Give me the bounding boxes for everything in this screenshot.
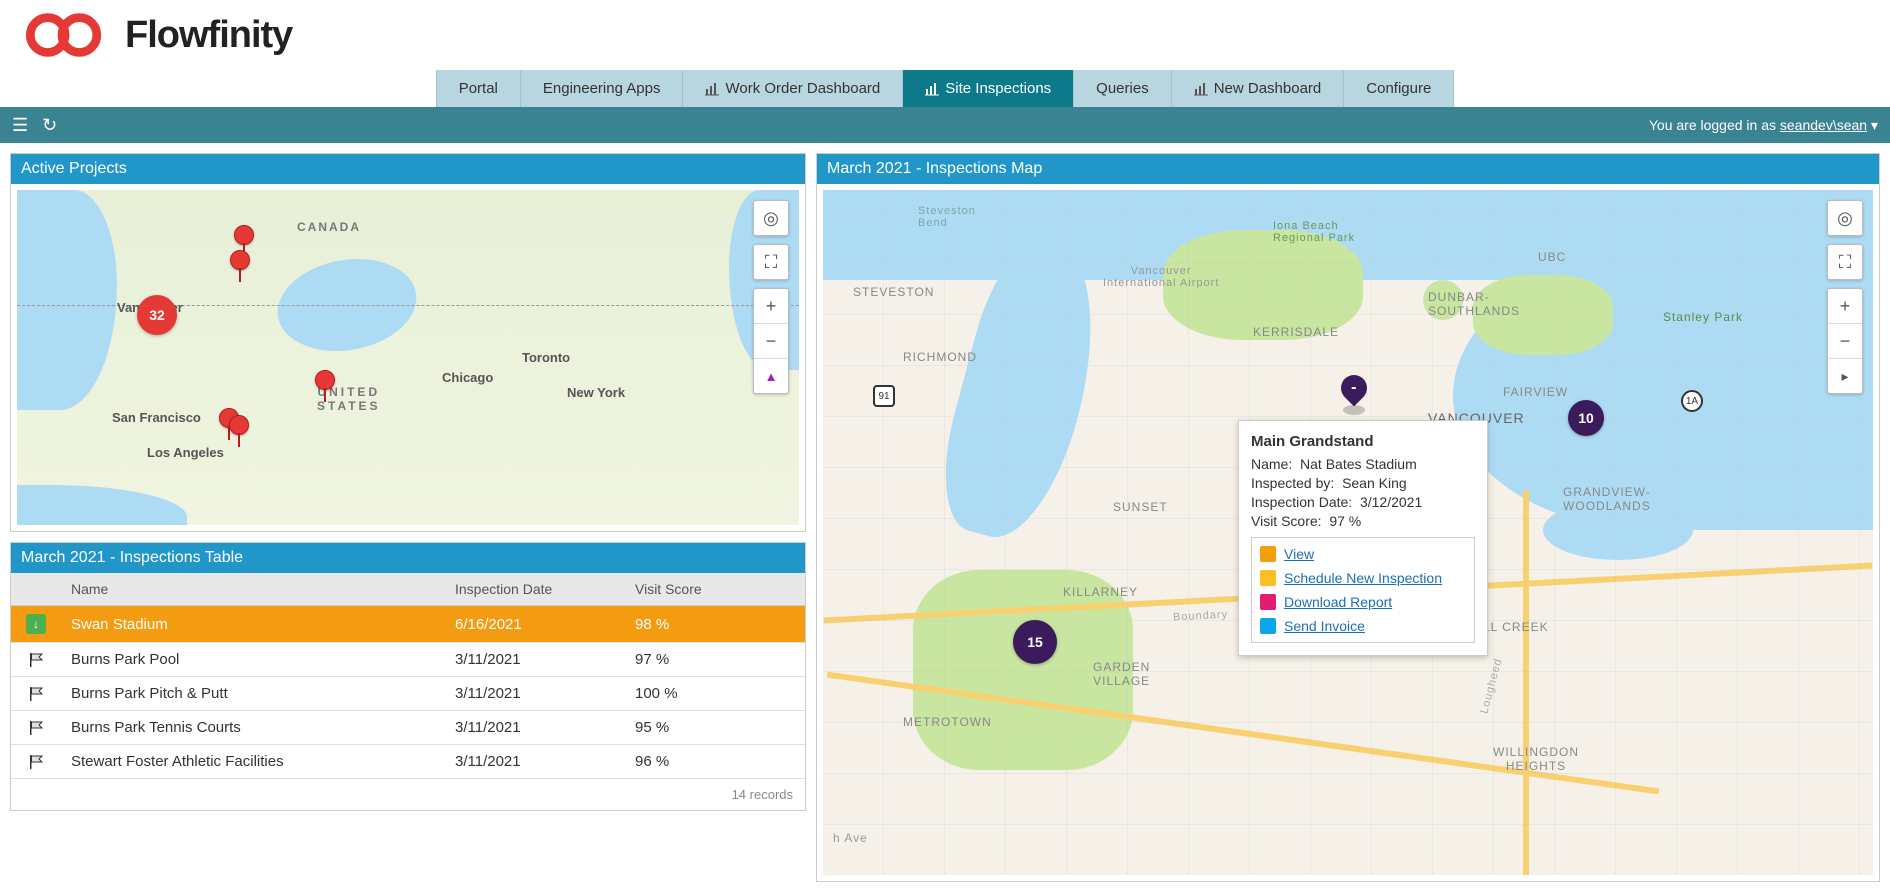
cell-score: 96 % (625, 745, 805, 778)
popup-action-schedule[interactable]: Schedule New Inspection (1252, 566, 1474, 590)
download-icon (1260, 594, 1276, 610)
map-compass-icon[interactable]: ▸ (1828, 359, 1862, 393)
table-row[interactable]: Stewart Foster Athletic Facilities3/11/2… (11, 745, 805, 779)
map-inspections[interactable]: 91 1A STEVESTON RICHMOND SUNSET KILLARNE… (823, 190, 1873, 875)
flag-icon (28, 720, 44, 736)
edit-icon (1260, 570, 1276, 586)
flag-icon (28, 754, 44, 770)
route-shield: 91 (873, 385, 895, 407)
map-fullscreen-icon[interactable]: ⛶ (1828, 245, 1862, 279)
tab-configure[interactable]: Configure (1344, 70, 1454, 107)
toolbar: ☰ ↻ You are logged in as seandev\sean ▾ (0, 107, 1890, 143)
map-active-projects[interactable]: CANADA UNITED STATES Vancouver San Franc… (17, 190, 799, 525)
chart-icon (925, 82, 939, 96)
cell-score: 95 % (625, 711, 805, 744)
chart-icon (705, 82, 719, 96)
map-locate-icon[interactable]: ◎ (754, 201, 788, 235)
panel-active-projects: Active Projects CANADA UNITED STATES Van… (10, 153, 806, 532)
map-city: San Francisco (112, 410, 201, 425)
map-zoom-out-icon[interactable]: − (1828, 324, 1862, 358)
cell-name: Burns Park Tennis Courts (61, 711, 445, 744)
popup-title: Main Grandstand (1251, 433, 1475, 450)
map-locate-icon[interactable]: ◎ (1828, 201, 1862, 235)
cell-name: Burns Park Pitch & Putt (61, 677, 445, 710)
logo: Flowfinity (20, 10, 1870, 60)
map-city: New York (567, 385, 625, 400)
col-score[interactable]: Visit Score (625, 573, 805, 605)
table-header: Name Inspection Date Visit Score (11, 573, 805, 606)
main-tabs: Portal Engineering Apps Work Order Dashb… (0, 70, 1890, 107)
popup-action-send[interactable]: Send Invoice (1252, 614, 1474, 638)
table-row[interactable]: Burns Park Tennis Courts3/11/202195 % (11, 711, 805, 745)
cell-name: Burns Park Pool (61, 643, 445, 676)
cell-score: 97 % (625, 643, 805, 676)
chevron-down-icon[interactable]: ▾ (1871, 117, 1878, 133)
panel-title: Active Projects (11, 154, 805, 184)
cell-score: 98 % (625, 608, 805, 641)
panel-title: March 2021 - Inspections Table (11, 543, 805, 573)
tab-work-order-dashboard[interactable]: Work Order Dashboard (683, 70, 903, 107)
map-label-canada: CANADA (297, 220, 361, 234)
map-pin[interactable] (315, 370, 335, 390)
map-compass-icon[interactable]: ▲ (754, 359, 788, 393)
map-pin[interactable] (234, 225, 254, 245)
map-cluster[interactable]: 32 (137, 295, 177, 335)
logo-text: Flowfinity (125, 14, 292, 57)
popup-action-download[interactable]: Download Report (1252, 590, 1474, 614)
clipboard-icon (1260, 546, 1276, 562)
user-link[interactable]: seandev\sean (1780, 117, 1867, 133)
map-pin[interactable] (230, 250, 250, 270)
map-city: Chicago (442, 370, 493, 385)
map-zoom-out-icon[interactable]: − (754, 324, 788, 358)
flag-icon (28, 652, 44, 668)
table-footer: 14 records (11, 779, 805, 810)
map-cluster[interactable]: 10 (1568, 400, 1604, 436)
cell-date: 6/16/2021 (445, 608, 625, 641)
cell-name: Swan Stadium (61, 608, 445, 641)
download-arrow-icon: ↓ (26, 614, 46, 634)
cell-date: 3/11/2021 (445, 711, 625, 744)
map-city: Los Angeles (147, 445, 224, 460)
tab-engineering-apps[interactable]: Engineering Apps (521, 70, 684, 107)
chart-icon (1194, 82, 1208, 96)
panel-title: March 2021 - Inspections Map (817, 154, 1879, 184)
map-city: Toronto (522, 350, 570, 365)
map-zoom-in-icon[interactable]: + (754, 289, 788, 323)
panel-inspections-table: March 2021 - Inspections Table Name Insp… (10, 542, 806, 811)
popup-action-view[interactable]: View (1252, 542, 1474, 566)
menu-icon[interactable]: ☰ (12, 115, 28, 136)
map-popup: Main Grandstand Name: Nat Bates Stadium … (1238, 420, 1488, 656)
route-shield: 1A (1681, 390, 1703, 412)
map-pin[interactable] (229, 415, 249, 435)
cell-name: Stewart Foster Athletic Facilities (61, 745, 445, 778)
login-info: You are logged in as seandev\sean ▾ (1649, 117, 1878, 134)
cell-date: 3/11/2021 (445, 677, 625, 710)
map-fullscreen-icon[interactable]: ⛶ (754, 245, 788, 279)
refresh-icon[interactable]: ↻ (42, 115, 57, 136)
col-name[interactable]: Name (61, 573, 445, 605)
col-date[interactable]: Inspection Date (445, 573, 625, 605)
tab-site-inspections[interactable]: Site Inspections (903, 70, 1074, 107)
inspections-table: Name Inspection Date Visit Score ↓ Swan S… (11, 573, 805, 810)
cell-score: 100 % (625, 677, 805, 710)
tab-portal[interactable]: Portal (436, 70, 521, 107)
table-row[interactable]: Burns Park Pool3/11/202197 % (11, 643, 805, 677)
dashboard: Active Projects CANADA UNITED STATES Van… (0, 143, 1890, 892)
tab-queries[interactable]: Queries (1074, 70, 1172, 107)
flag-icon (28, 686, 44, 702)
cell-date: 3/11/2021 (445, 643, 625, 676)
table-row[interactable]: Burns Park Pitch & Putt3/11/2021100 % (11, 677, 805, 711)
cell-date: 3/11/2021 (445, 745, 625, 778)
map-zoom-in-icon[interactable]: + (1828, 289, 1862, 323)
panel-inspections-map: March 2021 - Inspections Map 91 1A (816, 153, 1880, 882)
app-header: Flowfinity (0, 0, 1890, 70)
envelope-icon (1260, 618, 1276, 634)
map-cluster[interactable]: 15 (1013, 620, 1057, 664)
tab-new-dashboard[interactable]: New Dashboard (1172, 70, 1345, 107)
logo-icon (20, 10, 115, 60)
table-row[interactable]: ↓ Swan Stadium6/16/202198 % (11, 606, 805, 643)
